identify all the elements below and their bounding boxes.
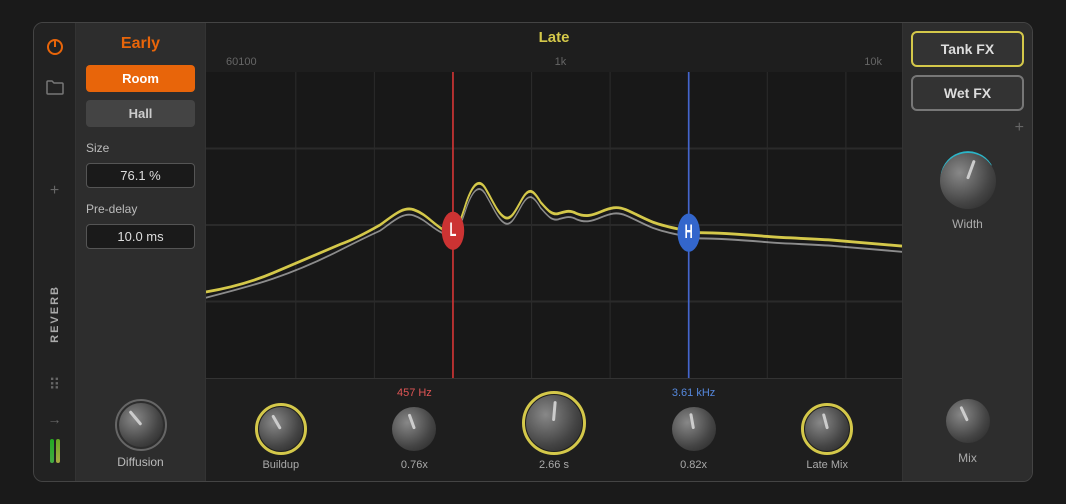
level-meter: [50, 439, 60, 463]
knob1-group: 457 Hz 0.76x: [388, 387, 440, 471]
width-knob[interactable]: [936, 149, 1000, 213]
high-freq-label: 3.61 kHz: [672, 387, 715, 399]
meter-bar-left: [50, 439, 54, 463]
freq-1k: 1k: [555, 56, 567, 68]
sidebar-dots-icon[interactable]: ⠿: [49, 375, 61, 395]
size-value[interactable]: 76.1 %: [86, 163, 195, 188]
meter-bar-right: [56, 439, 60, 463]
freq-10k: 10k: [864, 56, 882, 68]
low-freq-label: 457 Hz: [397, 387, 432, 399]
knob1[interactable]: [388, 403, 440, 455]
late-header: Late: [206, 23, 902, 52]
diffusion-area: Diffusion: [86, 399, 195, 469]
sidebar-label: REVERB: [49, 285, 61, 343]
knob3-label: 0.82x: [680, 459, 707, 471]
eq-display[interactable]: L H: [206, 72, 902, 379]
knob2[interactable]: [522, 391, 586, 455]
freq-100: 100: [238, 56, 256, 68]
diffusion-knob[interactable]: [115, 399, 167, 451]
mix-label: Mix: [958, 451, 977, 465]
wet-fx-button[interactable]: Wet FX: [911, 75, 1024, 111]
left-sidebar: + REVERB ⠿ →: [34, 23, 76, 481]
knobs-row: Buildup 457 Hz 0.76x: [206, 379, 902, 481]
width-area: Width: [911, 149, 1024, 231]
predelay-label: Pre-delay: [86, 202, 195, 216]
plus-right-icon[interactable]: +: [1015, 119, 1024, 137]
late-title: Late: [539, 29, 570, 46]
main-area: Late 60 100 1k 10k: [206, 23, 902, 481]
early-panel: Early Room Hall Size 76.1 % Pre-delay 10…: [76, 23, 206, 481]
buildup-knob[interactable]: [255, 403, 307, 455]
room-button[interactable]: Room: [86, 65, 195, 92]
buildup-label: Buildup: [262, 459, 299, 471]
width-label: Width: [952, 217, 983, 231]
sidebar-arrow-icon[interactable]: →: [48, 411, 62, 427]
knob2-group: 2.66 s: [522, 391, 586, 471]
freq-60: 60: [226, 56, 238, 68]
knob3[interactable]: [668, 403, 720, 455]
svg-text:L: L: [450, 220, 457, 241]
knob1-label: 0.76x: [401, 459, 428, 471]
tank-fx-button[interactable]: Tank FX: [911, 31, 1024, 67]
svg-text:H: H: [685, 222, 693, 243]
late-mix-label: Late Mix: [806, 459, 848, 471]
knob2-label: 2.66 s: [539, 459, 569, 471]
mix-knob[interactable]: [942, 395, 994, 447]
plugin-container: + REVERB ⠿ → Early Room Hall Size 76.1 %…: [33, 22, 1033, 482]
buildup-group: Buildup: [255, 403, 307, 471]
predelay-value[interactable]: 10.0 ms: [86, 224, 195, 249]
plus-left-icon[interactable]: +: [50, 182, 59, 200]
right-panel: Tank FX Wet FX + Width: [902, 23, 1032, 481]
late-mix-group: Late Mix: [801, 403, 853, 471]
diffusion-label: Diffusion: [117, 455, 163, 469]
power-button[interactable]: [41, 33, 69, 61]
late-mix-knob[interactable]: [801, 403, 853, 455]
size-label: Size: [86, 141, 195, 155]
early-title: Early: [86, 35, 195, 53]
freq-labels: 60 100 1k 10k: [206, 52, 902, 72]
hall-button[interactable]: Hall: [86, 100, 195, 127]
folder-icon[interactable]: [41, 73, 69, 101]
eq-svg: L H: [206, 72, 902, 378]
mix-area: Mix: [911, 395, 1024, 465]
knob3-group: 3.61 kHz 0.82x: [668, 387, 720, 471]
